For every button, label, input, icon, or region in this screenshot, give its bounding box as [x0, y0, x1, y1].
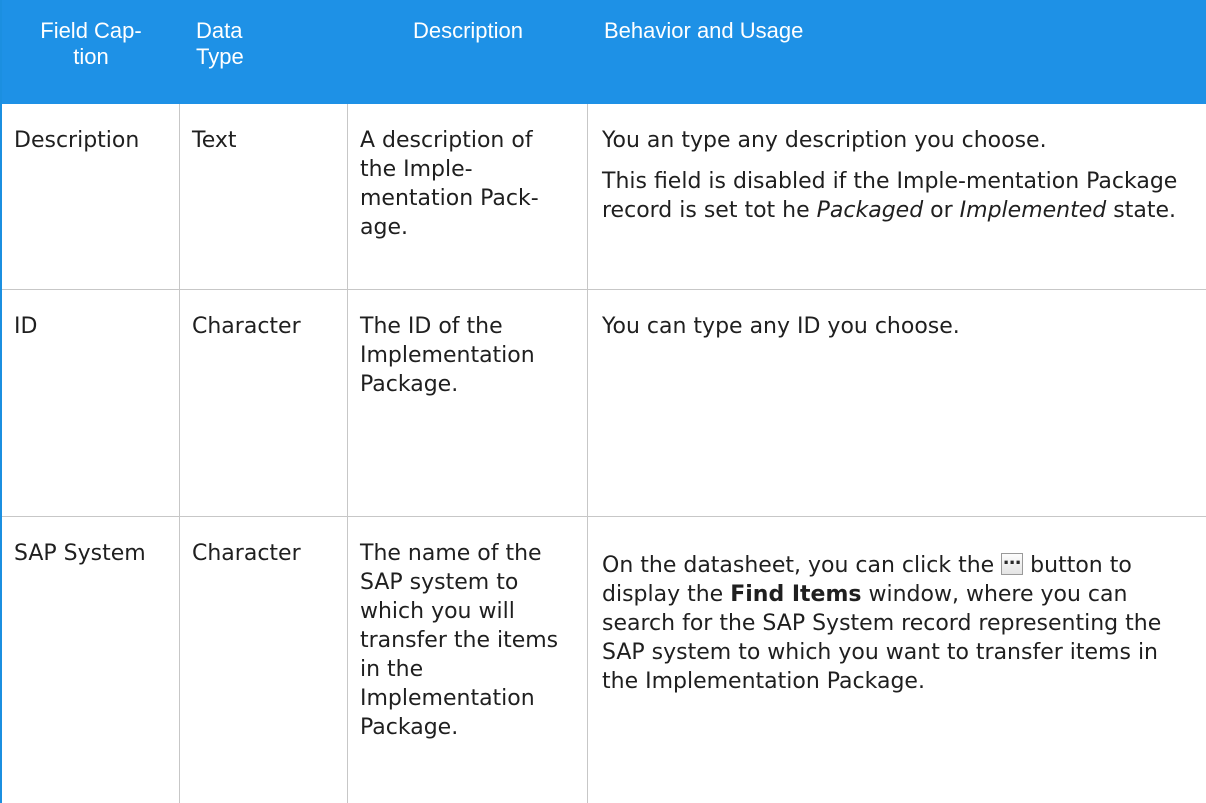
header-description: Description [412, 18, 524, 43]
field-caption-cell: Description [2, 104, 180, 289]
table-row: ID Character The ID of the Implementatio… [2, 290, 1206, 517]
behavior-cell: You an type any description you choose. … [588, 104, 1206, 289]
data-type-cell: Text [180, 104, 348, 289]
behavior-cell: You can type any ID you choose. [588, 290, 1206, 516]
behavior-text-part: or [923, 198, 960, 223]
data-type-cell: Character [180, 517, 348, 803]
field-caption-cell: ID [2, 290, 180, 516]
header-data-type: Data Type [196, 18, 244, 69]
behavior-text: On the datasheet, you can click the … bu… [602, 548, 1194, 696]
description-cell: The name of the SAP system to which you … [348, 517, 588, 803]
field-caption-cell: SAP System [2, 517, 180, 803]
table-row: SAP System Character The name of the SAP… [2, 517, 1206, 803]
ellipsis-glyph: … [1003, 548, 1022, 569]
data-type-cell: Character [180, 290, 348, 516]
behavior-cell: On the datasheet, you can click the … bu… [588, 517, 1206, 803]
state-implemented: Implemented [959, 198, 1107, 223]
description-cell: The ID of the Implementation Package. [348, 290, 588, 516]
header-behavior-usage: Behavior and Usage [604, 18, 804, 43]
field-table: Field Cap- tion Data Type Description Be… [0, 0, 1206, 803]
table-row: Description Text A description of the Im… [2, 104, 1206, 290]
behavior-text: You can type any ID you choose. [602, 314, 960, 339]
description-cell: A description of the Imple-mentation Pac… [348, 104, 588, 289]
find-items-label: Find Items [730, 582, 862, 607]
behavior-text-part: state. [1106, 198, 1176, 223]
ellipsis-button-icon: … [1001, 548, 1024, 575]
table-header: Field Cap- tion Data Type Description Be… [2, 0, 1206, 104]
behavior-text: This field is disabled if the Imple-ment… [602, 167, 1194, 225]
state-packaged: Packaged [816, 198, 924, 223]
header-field-caption: Field Cap- tion [40, 18, 142, 69]
behavior-text-part: On the datasheet, you can click the [602, 553, 1002, 578]
behavior-text: You an type any description you choose. [602, 128, 1047, 153]
